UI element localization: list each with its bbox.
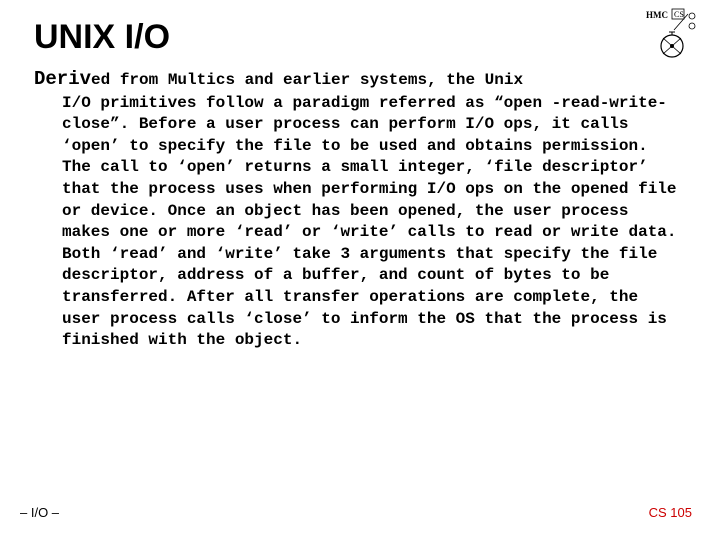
dropcap: Deriv bbox=[34, 68, 91, 90]
body-paragraph: I/O primitives follow a paradigm referre… bbox=[34, 93, 686, 352]
logo-text-icon: HMC bbox=[646, 10, 668, 20]
slide: HMC CS UNIX I/O Derived from Multics and… bbox=[0, 0, 720, 540]
slide-body: Derived from Multics and earlier systems… bbox=[34, 67, 686, 352]
footer-right: CS 105 bbox=[649, 505, 692, 520]
college-logo: HMC CS bbox=[642, 6, 702, 66]
slide-title: UNIX I/O bbox=[34, 18, 686, 57]
footer-left: – I/O – bbox=[20, 505, 59, 520]
svg-text:CS: CS bbox=[674, 10, 684, 19]
first-line: ed from Multics and earlier systems, the… bbox=[91, 71, 523, 89]
